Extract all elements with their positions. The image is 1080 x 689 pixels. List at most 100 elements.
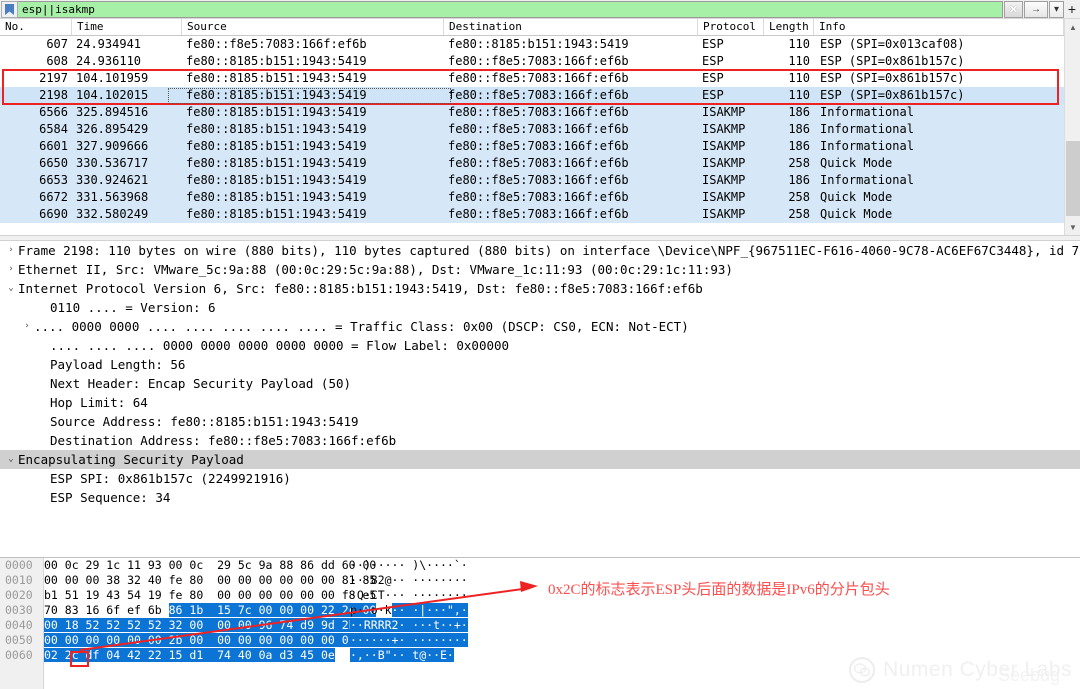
packet-cell-time: 327.909666 bbox=[72, 138, 182, 155]
detail-row-text: Hop Limit: 64 bbox=[50, 393, 148, 412]
packet-cell-no: 6566 bbox=[0, 104, 72, 121]
packet-list-header: No. Time Source Destination Protocol Len… bbox=[0, 19, 1080, 36]
table-row[interactable]: 6650330.536717fe80::8185:b151:1943:5419f… bbox=[0, 155, 1080, 172]
table-row[interactable]: 6584326.895429fe80::8185:b151:1943:5419f… bbox=[0, 121, 1080, 138]
hex-row[interactable]: 001000 00 00 38 32 40 fe 80 00 00 00 00 … bbox=[0, 573, 1080, 588]
hex-bytes[interactable]: 00 0c 29 1c 11 93 00 0c 29 5c 9a 88 86 d… bbox=[44, 558, 344, 573]
column-header-length[interactable]: Length bbox=[764, 19, 814, 35]
packet-cell-proto: ESP bbox=[698, 70, 764, 87]
packet-list-scrollbar[interactable]: ▲ ▼ bbox=[1064, 19, 1080, 235]
detail-tree-row[interactable]: ›.... 0000 0000 .... .... .... .... ....… bbox=[0, 317, 1080, 336]
hex-row[interactable]: 0020b1 51 19 43 54 19 fe 80 00 00 00 00 … bbox=[0, 588, 1080, 603]
column-header-no[interactable]: No. bbox=[0, 19, 72, 35]
packet-list-pane[interactable]: No. Time Source Destination Protocol Len… bbox=[0, 19, 1080, 235]
hex-bytes[interactable]: 00 00 00 38 32 40 fe 80 00 00 00 00 00 0… bbox=[44, 573, 344, 588]
detail-tree-row[interactable]: 0110 .... = Version: 6 bbox=[0, 298, 1080, 317]
packet-cell-info: Quick Mode bbox=[814, 206, 1064, 223]
column-header-source[interactable]: Source bbox=[182, 19, 444, 35]
hex-bytes[interactable]: 00 18 52 52 52 52 32 00 00 00 96 74 d9 9… bbox=[44, 618, 344, 633]
packet-cell-src: fe80::8185:b151:1943:5419 bbox=[182, 104, 444, 121]
detail-tree-row[interactable]: Payload Length: 56 bbox=[0, 355, 1080, 374]
detail-tree-row[interactable]: ESP Sequence: 34 bbox=[0, 488, 1080, 507]
scroll-up-arrow-icon[interactable]: ▲ bbox=[1065, 19, 1080, 35]
hex-row[interactable]: 000000 0c 29 1c 11 93 00 0c 29 5c 9a 88 … bbox=[0, 558, 1080, 573]
detail-tree-row[interactable]: .... .... .... 0000 0000 0000 0000 0000 … bbox=[0, 336, 1080, 355]
bookmark-glyph bbox=[5, 4, 14, 15]
clear-filter-button[interactable]: ✕ bbox=[1004, 1, 1023, 18]
detail-tree-row[interactable]: Next Header: Encap Security Payload (50) bbox=[0, 374, 1080, 393]
hex-ascii[interactable]: ··RRRR2· ···t··+· bbox=[344, 618, 494, 633]
apply-filter-button[interactable]: → bbox=[1024, 1, 1048, 18]
detail-tree-row[interactable]: ESP SPI: 0x861b157c (2249921916) bbox=[0, 469, 1080, 488]
packet-cell-proto: ESP bbox=[698, 36, 764, 53]
scrollbar-thumb[interactable] bbox=[1066, 141, 1080, 216]
detail-tree-row[interactable]: ⌄Internet Protocol Version 6, Src: fe80:… bbox=[0, 279, 1080, 298]
packet-cell-no: 6653 bbox=[0, 172, 72, 189]
packet-cell-len: 258 bbox=[764, 155, 814, 172]
packet-cell-dst: fe80::f8e5:7083:166f:ef6b bbox=[444, 104, 698, 121]
display-filter-toolbar: esp||isakmp ✕ → ▾ + bbox=[0, 0, 1080, 19]
chevron-right-icon[interactable]: › bbox=[4, 241, 18, 260]
detail-tree-row[interactable]: ›Ethernet II, Src: VMware_5c:9a:88 (00:0… bbox=[0, 260, 1080, 279]
hex-bytes[interactable]: 02 2c df 04 42 22 15 d1 74 40 0a d3 45 0… bbox=[44, 648, 344, 663]
chevron-right-icon[interactable]: › bbox=[4, 260, 18, 279]
display-filter-input[interactable]: esp||isakmp bbox=[18, 1, 1003, 18]
packet-cell-len: 186 bbox=[764, 138, 814, 155]
detail-tree-row[interactable]: Hop Limit: 64 bbox=[0, 393, 1080, 412]
detail-row-text: Frame 2198: 110 bytes on wire (880 bits)… bbox=[18, 241, 1079, 260]
hex-bytes[interactable]: 70 83 16 6f ef 6b 86 1b 15 7c 00 00 00 2… bbox=[44, 603, 344, 618]
hex-ascii[interactable]: ···82@·· ········ bbox=[344, 573, 494, 588]
table-row[interactable]: 60824.936110fe80::8185:b151:1943:5419fe8… bbox=[0, 53, 1080, 70]
packet-cell-src: fe80::8185:b151:1943:5419 bbox=[182, 172, 444, 189]
detail-tree-row[interactable]: ⌄Encapsulating Security Payload bbox=[0, 450, 1080, 469]
hex-row[interactable]: 004000 18 52 52 52 52 32 00 00 00 96 74 … bbox=[0, 618, 1080, 633]
packet-cell-no: 607 bbox=[0, 36, 72, 53]
filter-history-dropdown[interactable]: ▾ bbox=[1049, 1, 1064, 18]
hex-ascii[interactable]: ·,··B"·· t@··E· bbox=[344, 648, 494, 663]
packet-cell-dst: fe80::f8e5:7083:166f:ef6b bbox=[444, 87, 698, 104]
add-filter-button-icon[interactable]: + bbox=[1064, 1, 1080, 18]
hex-ascii[interactable]: ······+· ········ bbox=[344, 633, 494, 648]
table-row[interactable]: 60724.934941fe80::f8e5:7083:166f:ef6bfe8… bbox=[0, 36, 1080, 53]
hex-row[interactable]: 003070 83 16 6f ef 6b 86 1b 15 7c 00 00 … bbox=[0, 603, 1080, 618]
table-row[interactable]: 6690332.580249fe80::8185:b151:1943:5419f… bbox=[0, 206, 1080, 223]
detail-tree-row[interactable]: Source Address: fe80::8185:b151:1943:541… bbox=[0, 412, 1080, 431]
column-header-info[interactable]: Info bbox=[814, 19, 1064, 35]
packet-cell-info: ESP (SPI=0x861b157c) bbox=[814, 53, 1064, 70]
packet-cell-info: Informational bbox=[814, 104, 1064, 121]
packet-cell-src: fe80::8185:b151:1943:5419 bbox=[182, 155, 444, 172]
chevron-down-icon[interactable]: ⌄ bbox=[4, 450, 18, 469]
packet-cell-no: 6601 bbox=[0, 138, 72, 155]
packet-details-pane[interactable]: ›Frame 2198: 110 bytes on wire (880 bits… bbox=[0, 241, 1080, 553]
hex-ascii[interactable]: ··)····· )\····`· bbox=[344, 558, 494, 573]
scroll-down-arrow-icon[interactable]: ▼ bbox=[1065, 219, 1080, 235]
detail-tree-row[interactable]: ›Frame 2198: 110 bytes on wire (880 bits… bbox=[0, 241, 1080, 260]
column-header-protocol[interactable]: Protocol bbox=[698, 19, 764, 35]
table-row[interactable]: 6566325.894516fe80::8185:b151:1943:5419f… bbox=[0, 104, 1080, 121]
table-row[interactable]: 6601327.909666fe80::8185:b151:1943:5419f… bbox=[0, 138, 1080, 155]
bookmark-icon[interactable] bbox=[1, 1, 18, 18]
packet-cell-len: 110 bbox=[764, 36, 814, 53]
hex-offset: 0030 bbox=[0, 603, 44, 618]
hex-offset: 0040 bbox=[0, 618, 44, 633]
table-row[interactable]: 2198104.102015fe80::8185:b151:1943:5419f… bbox=[0, 87, 1080, 104]
wireshark-window: esp||isakmp ✕ → ▾ + No. Time Source Dest… bbox=[0, 0, 1080, 689]
hex-row[interactable]: 005000 00 00 00 00 00 2b 00 00 00 00 00 … bbox=[0, 633, 1080, 648]
table-row[interactable]: 6653330.924621fe80::8185:b151:1943:5419f… bbox=[0, 172, 1080, 189]
column-header-time[interactable]: Time bbox=[72, 19, 182, 35]
table-row[interactable]: 6672331.563968fe80::8185:b151:1943:5419f… bbox=[0, 189, 1080, 206]
table-row[interactable]: 2197104.101959fe80::8185:b151:1943:5419f… bbox=[0, 70, 1080, 87]
hex-bytes[interactable]: b1 51 19 43 54 19 fe 80 00 00 00 00 00 0… bbox=[44, 588, 344, 603]
hex-bytes[interactable]: 00 00 00 00 00 00 2b 00 00 00 00 00 00 0… bbox=[44, 633, 344, 648]
chevron-right-icon[interactable]: › bbox=[20, 317, 34, 336]
hex-ascii[interactable]: p··o·k·· ·|···",· bbox=[344, 603, 494, 618]
packet-cell-len: 110 bbox=[764, 53, 814, 70]
packet-cell-proto: ISAKMP bbox=[698, 172, 764, 189]
hex-ascii[interactable]: ·Q·CT··· ········ bbox=[344, 588, 494, 603]
detail-tree-row[interactable]: Destination Address: fe80::f8e5:7083:166… bbox=[0, 431, 1080, 450]
chevron-down-icon[interactable]: ⌄ bbox=[4, 279, 18, 298]
column-header-destination[interactable]: Destination bbox=[444, 19, 698, 35]
detail-row-text: ESP Sequence: 34 bbox=[50, 488, 170, 507]
packet-cell-time: 104.102015 bbox=[72, 87, 182, 104]
packet-cell-dst: fe80::f8e5:7083:166f:ef6b bbox=[444, 53, 698, 70]
